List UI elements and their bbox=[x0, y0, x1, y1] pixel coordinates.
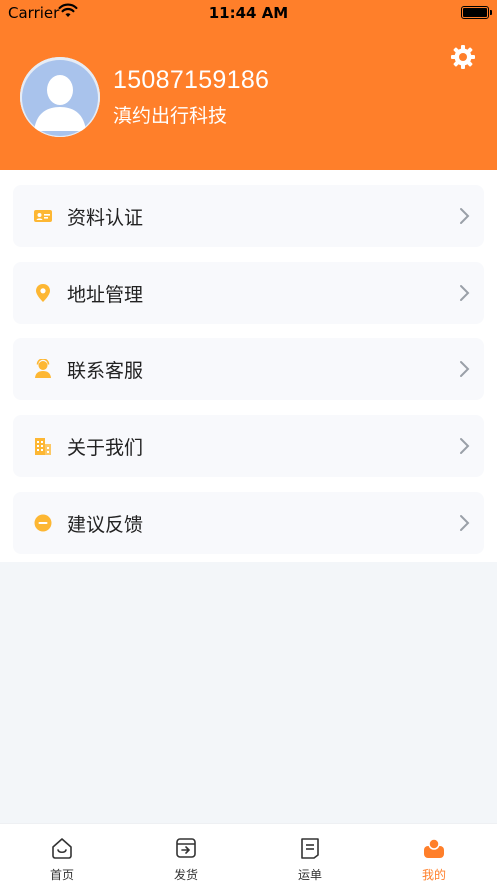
customer-service-icon bbox=[33, 358, 53, 379]
default-avatar-icon bbox=[20, 57, 100, 137]
menu-item-label: 资料认证 bbox=[67, 207, 144, 229]
menu-item-label: 建议反馈 bbox=[67, 514, 144, 536]
tab-label: 我的 bbox=[421, 868, 446, 882]
location-pin-icon bbox=[33, 283, 53, 303]
profile-header: Carrier 11:44 AM 15087159186 滇约出行科技 bbox=[0, 0, 497, 170]
tab-label: 首页 bbox=[49, 868, 74, 882]
menu-item-profile-verification[interactable]: 资料认证 bbox=[13, 185, 484, 247]
id-card-icon bbox=[33, 206, 53, 226]
tab-home[interactable]: 首页 bbox=[0, 824, 124, 883]
user-company: 滇约出行科技 bbox=[113, 105, 228, 127]
tab-label: 运单 bbox=[297, 868, 322, 882]
tab-profile[interactable]: 我的 bbox=[372, 824, 496, 883]
chevron-right-icon bbox=[459, 207, 471, 225]
chevron-right-icon bbox=[459, 360, 471, 378]
user-phone: 15087159186 bbox=[113, 66, 270, 94]
tab-label: 发货 bbox=[173, 868, 198, 882]
menu-item-feedback[interactable]: 建议反馈 bbox=[13, 492, 484, 554]
tab-ship[interactable]: 发货 bbox=[124, 824, 248, 883]
waybill-icon bbox=[298, 836, 322, 860]
tab-bar: 首页 发货 运单 我的 bbox=[0, 823, 497, 883]
chevron-right-icon bbox=[459, 284, 471, 302]
menu-item-about-us[interactable]: 关于我们 bbox=[13, 415, 484, 477]
clock: 11:44 AM bbox=[208, 4, 289, 22]
menu-item-label: 地址管理 bbox=[67, 284, 144, 306]
settings-gear-icon[interactable] bbox=[450, 44, 476, 70]
menu-item-customer-service[interactable]: 联系客服 bbox=[13, 338, 484, 400]
home-icon bbox=[50, 836, 74, 860]
chevron-right-icon bbox=[459, 437, 471, 455]
chevron-right-icon bbox=[459, 514, 471, 532]
feedback-icon bbox=[33, 513, 53, 533]
battery-icon bbox=[461, 6, 492, 19]
status-bar: Carrier 11:44 AM bbox=[0, 0, 497, 26]
menu-item-label: 联系客服 bbox=[67, 360, 144, 382]
building-icon bbox=[33, 436, 53, 456]
profile-icon bbox=[422, 836, 446, 860]
tab-waybill[interactable]: 运单 bbox=[248, 824, 372, 883]
menu-list: 资料认证 地址管理 联系客服 关于我们 建议反馈 bbox=[0, 170, 497, 562]
menu-item-label: 关于我们 bbox=[67, 437, 144, 459]
ship-box-icon bbox=[174, 836, 198, 860]
menu-item-address-management[interactable]: 地址管理 bbox=[13, 262, 484, 324]
avatar[interactable] bbox=[20, 57, 100, 137]
